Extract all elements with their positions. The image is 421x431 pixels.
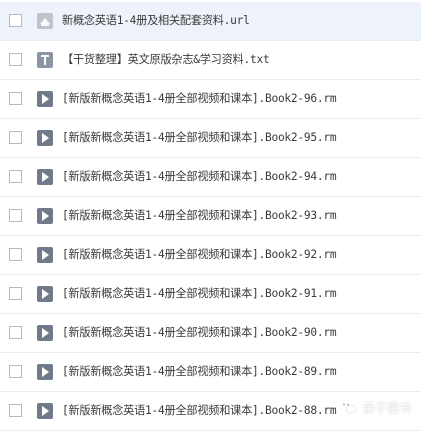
- file-name[interactable]: 新概念英语1-4册及相关配套资料.url: [62, 13, 250, 29]
- file-checkbox[interactable]: [9, 131, 22, 144]
- link-file-icon: [37, 13, 53, 29]
- video-file-icon: [37, 91, 53, 107]
- file-list: 新概念英语1-4册及相关配套资料.url 【干货整理】英文原版杂志&学习资料.t…: [0, 2, 421, 431]
- file-row[interactable]: [新版新概念英语1-4册全部视频和课本].Book2-90.rm: [0, 314, 421, 353]
- file-row[interactable]: 新概念英语1-4册及相关配套资料.url: [0, 2, 421, 41]
- video-file-icon: [37, 247, 53, 263]
- file-name[interactable]: [新版新概念英语1-4册全部视频和课本].Book2-91.rm: [62, 286, 337, 302]
- file-checkbox[interactable]: [9, 248, 22, 261]
- file-row[interactable]: [新版新概念英语1-4册全部视频和课本].Book2-93.rm: [0, 197, 421, 236]
- video-file-icon: [37, 169, 53, 185]
- file-name[interactable]: [新版新概念英语1-4册全部视频和课本].Book2-89.rm: [62, 364, 337, 380]
- watermark-text: 亲子童书: [362, 400, 411, 415]
- wechat-icon: [339, 399, 357, 415]
- file-name[interactable]: [新版新概念英语1-4册全部视频和课本].Book2-88.rm: [62, 403, 337, 419]
- video-file-icon: [37, 325, 53, 341]
- video-file-icon: [37, 286, 53, 302]
- file-checkbox[interactable]: [9, 365, 22, 378]
- file-checkbox[interactable]: [9, 92, 22, 105]
- file-name[interactable]: 【干货整理】英文原版杂志&学习资料.txt: [62, 52, 270, 68]
- video-file-icon: [37, 208, 53, 224]
- file-name[interactable]: [新版新概念英语1-4册全部视频和课本].Book2-95.rm: [62, 130, 337, 146]
- file-row[interactable]: [新版新概念英语1-4册全部视频和课本].Book2-89.rm: [0, 353, 421, 392]
- file-checkbox[interactable]: [9, 53, 22, 66]
- file-checkbox[interactable]: [9, 326, 22, 339]
- file-row[interactable]: [新版新概念英语1-4册全部视频和课本].Book2-91.rm: [0, 275, 421, 314]
- file-row[interactable]: [新版新概念英语1-4册全部视频和课本].Book2-96.rm: [0, 80, 421, 119]
- file-checkbox[interactable]: [9, 404, 22, 417]
- text-file-icon: [37, 52, 53, 68]
- file-checkbox[interactable]: [9, 287, 22, 300]
- file-name[interactable]: [新版新概念英语1-4册全部视频和课本].Book2-92.rm: [62, 247, 337, 263]
- file-row[interactable]: 【干货整理】英文原版杂志&学习资料.txt: [0, 41, 421, 80]
- video-file-icon: [37, 403, 53, 419]
- watermark: 亲子童书: [339, 397, 411, 417]
- file-name[interactable]: [新版新概念英语1-4册全部视频和课本].Book2-94.rm: [62, 169, 337, 185]
- video-file-icon: [37, 130, 53, 146]
- file-row[interactable]: [新版新概念英语1-4册全部视频和课本].Book2-92.rm: [0, 236, 421, 275]
- file-name[interactable]: [新版新概念英语1-4册全部视频和课本].Book2-90.rm: [62, 325, 337, 341]
- file-checkbox[interactable]: [9, 209, 22, 222]
- file-name[interactable]: [新版新概念英语1-4册全部视频和课本].Book2-96.rm: [62, 91, 337, 107]
- video-file-icon: [37, 364, 53, 380]
- file-row[interactable]: [新版新概念英语1-4册全部视频和课本].Book2-94.rm: [0, 158, 421, 197]
- file-checkbox[interactable]: [9, 170, 22, 183]
- file-name[interactable]: [新版新概念英语1-4册全部视频和课本].Book2-93.rm: [62, 208, 337, 224]
- file-row[interactable]: [新版新概念英语1-4册全部视频和课本].Book2-95.rm: [0, 119, 421, 158]
- file-checkbox[interactable]: [9, 14, 22, 27]
